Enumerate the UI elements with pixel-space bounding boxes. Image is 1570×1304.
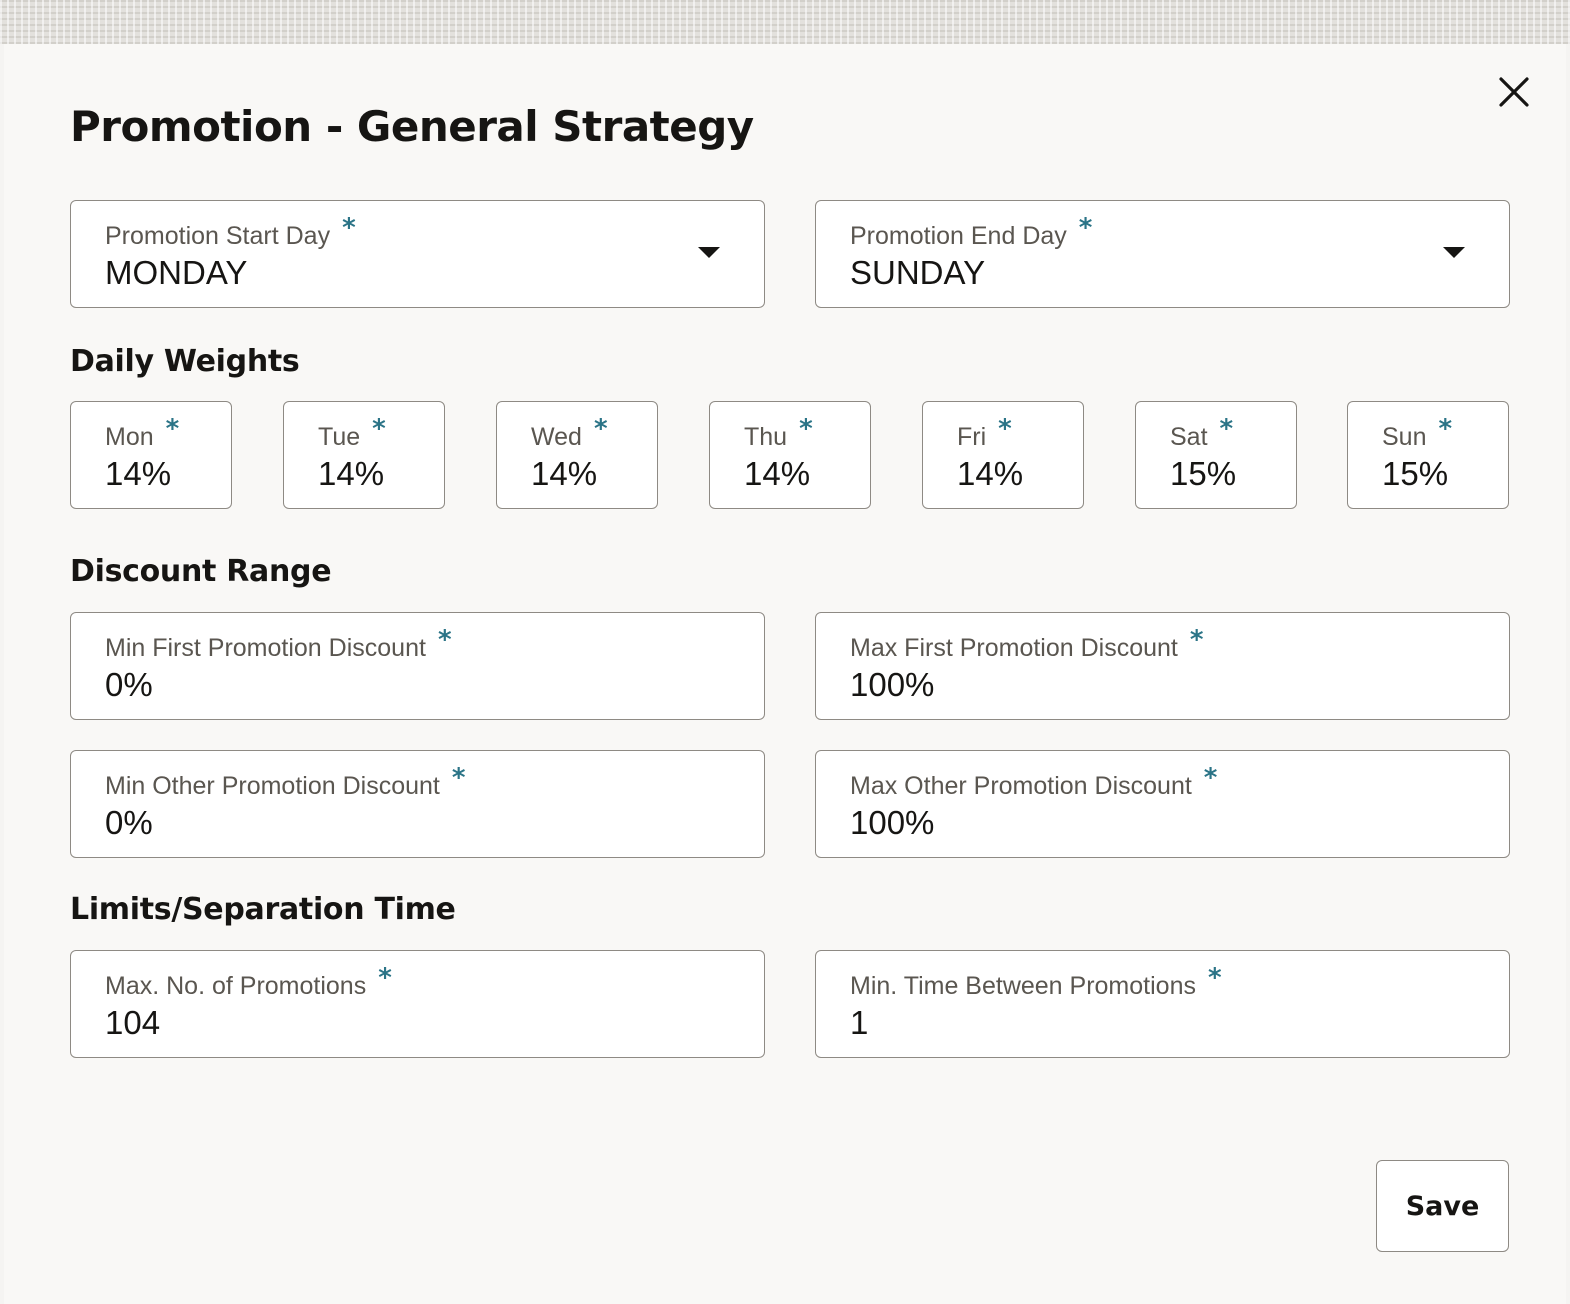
max-first-promotion-discount-label: Max First Promotion Discount xyxy=(850,634,1178,662)
min-other-promotion-discount-label: Min Other Promotion Discount xyxy=(105,772,440,800)
required-icon: * xyxy=(165,414,180,444)
save-button[interactable]: Save xyxy=(1376,1160,1509,1252)
weight-value-tue: 14% xyxy=(318,455,385,492)
weight-label-tue: Tue xyxy=(318,423,361,451)
min-first-promotion-discount-label: Min First Promotion Discount xyxy=(105,634,426,662)
required-icon: * xyxy=(437,625,452,655)
max-first-promotion-discount-input[interactable]: Max First Promotion Discount * 100% xyxy=(815,612,1510,720)
min-time-between-promotions-input[interactable]: Min. Time Between Promotions * 1 xyxy=(815,950,1510,1058)
promotion-end-day-select[interactable]: Promotion End Day * SUNDAY xyxy=(815,200,1510,308)
promotion-start-day-label: Promotion Start Day xyxy=(105,222,331,250)
required-icon: * xyxy=(998,414,1012,444)
weight-input-thu[interactable]: Thu * 14% xyxy=(709,401,871,509)
max-other-promotion-discount-value: 100% xyxy=(850,804,935,841)
weight-label-wed: Wed xyxy=(531,423,582,451)
required-icon: * xyxy=(372,414,386,444)
required-icon: * xyxy=(1438,414,1453,444)
min-other-promotion-discount-value: 0% xyxy=(105,804,153,841)
max-number-of-promotions-input[interactable]: Max. No. of Promotions * 104 xyxy=(70,950,765,1058)
weight-input-sat[interactable]: Sat * 15% xyxy=(1135,401,1297,509)
max-number-of-promotions-label: Max. No. of Promotions xyxy=(105,972,367,1000)
min-other-promotion-discount-input[interactable]: Min Other Promotion Discount * 0% xyxy=(70,750,765,858)
weight-input-tue[interactable]: Tue * 14% xyxy=(283,401,445,509)
close-button[interactable] xyxy=(1490,68,1538,116)
required-icon: * xyxy=(1203,763,1218,793)
weight-label-thu: Thu xyxy=(744,423,788,451)
required-icon: * xyxy=(451,763,466,793)
weight-input-wed[interactable]: Wed * 14% xyxy=(496,401,658,509)
weight-value-sun: 15% xyxy=(1382,455,1449,492)
weight-input-fri[interactable]: Fri * 14% xyxy=(922,401,1084,509)
weight-label-sun: Sun xyxy=(1382,423,1427,451)
discount-range-heading: Discount Range xyxy=(70,554,332,589)
weight-input-sun[interactable]: Sun * 15% xyxy=(1347,401,1509,509)
limits-separation-heading: Limits/Separation Time xyxy=(70,892,456,927)
chevron-down-icon[interactable] xyxy=(698,247,720,258)
weight-input-mon[interactable]: Mon * 14% xyxy=(70,401,232,509)
weight-value-wed: 14% xyxy=(531,455,598,492)
weight-label-sat: Sat xyxy=(1170,423,1208,451)
chevron-down-icon[interactable] xyxy=(1443,247,1465,258)
min-time-between-promotions-label: Min. Time Between Promotions xyxy=(850,972,1196,1000)
required-icon: * xyxy=(1219,414,1234,444)
required-icon: * xyxy=(1078,213,1093,243)
required-icon: * xyxy=(342,213,356,243)
max-first-promotion-discount-value: 100% xyxy=(850,666,935,703)
min-time-between-promotions-value: 1 xyxy=(850,1004,869,1041)
close-icon xyxy=(1499,77,1529,107)
required-icon: * xyxy=(799,414,813,444)
max-other-promotion-discount-label: Max Other Promotion Discount xyxy=(850,772,1192,800)
daily-weights-heading: Daily Weights xyxy=(70,344,300,379)
promotion-start-day-select[interactable]: Promotion Start Day * MONDAY xyxy=(70,200,765,308)
required-icon: * xyxy=(1189,625,1204,655)
promotion-end-day-label: Promotion End Day xyxy=(850,222,1067,250)
weight-label-fri: Fri xyxy=(957,423,987,451)
weight-value-mon: 14% xyxy=(105,455,172,492)
weight-value-thu: 14% xyxy=(744,455,811,492)
weight-label-mon: Mon xyxy=(105,423,154,451)
required-icon: * xyxy=(378,963,392,993)
dialog-title: Promotion - General Strategy xyxy=(70,102,754,151)
background-texture xyxy=(0,0,1570,44)
promotion-end-day-value: SUNDAY xyxy=(850,254,986,291)
weight-value-fri: 14% xyxy=(957,455,1024,492)
max-number-of-promotions-value: 104 xyxy=(105,1004,161,1041)
weight-value-sat: 15% xyxy=(1170,455,1237,492)
promotion-start-day-value: MONDAY xyxy=(105,254,248,291)
min-first-promotion-discount-value: 0% xyxy=(105,666,153,703)
min-first-promotion-discount-input[interactable]: Min First Promotion Discount * 0% xyxy=(70,612,765,720)
required-icon: * xyxy=(1207,963,1222,993)
max-other-promotion-discount-input[interactable]: Max Other Promotion Discount * 100% xyxy=(815,750,1510,858)
required-icon: * xyxy=(593,414,608,444)
